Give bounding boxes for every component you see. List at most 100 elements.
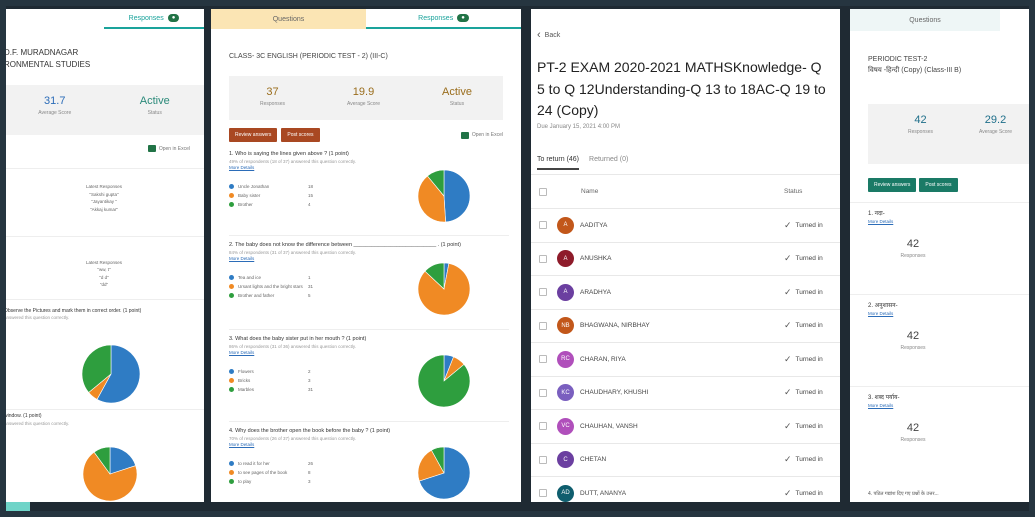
more-details-link[interactable]: More Details xyxy=(868,309,1035,316)
pie-chart xyxy=(417,446,471,500)
student-name: CHETAN xyxy=(580,456,607,464)
status-text: Turned in xyxy=(795,456,823,464)
avg-score-value: 29.2 xyxy=(984,114,1007,126)
avg-score-value: 31.7 xyxy=(44,95,66,107)
tab-questions-blank[interactable] xyxy=(4,9,104,29)
legend-dot xyxy=(229,387,234,393)
row-checkbox[interactable] xyxy=(539,288,547,297)
review-answers-button[interactable]: Review answers xyxy=(229,128,278,142)
post-scores-button[interactable]: Post scores xyxy=(281,128,320,142)
response-count-label: Responses xyxy=(900,253,926,259)
select-all-checkbox[interactable] xyxy=(539,187,547,196)
row-checkbox[interactable] xyxy=(539,422,547,431)
back-label: Back xyxy=(544,31,561,39)
action-row: Review answers Post scores Open in Excel xyxy=(211,120,521,142)
status-value: Active xyxy=(442,86,472,98)
form-title: CLASS- 3C ENGLISH (PERIODIC TEST - 2) (I… xyxy=(229,53,388,60)
student-row[interactable]: A AADITYA ✓ Turned in xyxy=(531,208,840,242)
stat-responses: 37 Responses xyxy=(260,86,285,110)
response-count-label: Responses xyxy=(900,437,926,443)
legend-label: Brother and father xyxy=(238,293,275,299)
legend-label: Ursant lights and the bright stars xyxy=(238,284,303,290)
responses-value: 42 xyxy=(914,114,927,126)
question-block: 4. Why does the brother open the book be… xyxy=(229,421,509,502)
row-checkbox[interactable] xyxy=(539,254,547,263)
open-in-excel[interactable]: Open in Excel xyxy=(460,131,503,139)
row-checkbox[interactable] xyxy=(539,355,547,364)
legend-label: to play xyxy=(238,479,252,485)
avg-score-label: Average Score xyxy=(979,129,1012,135)
more-details-link[interactable]: More Details xyxy=(868,401,1035,408)
row-checkbox[interactable] xyxy=(539,455,547,464)
student-row[interactable]: RC CHARAN, RIYA ✓ Turned in xyxy=(531,342,840,376)
stat-status: Active Status xyxy=(140,95,170,125)
response-count: 42 xyxy=(906,238,920,250)
excel-icon xyxy=(147,145,156,152)
check-icon: ✓ xyxy=(784,487,792,498)
response-count: 42 xyxy=(906,330,920,342)
student-row[interactable]: A ANUSHKA ✓ Turned in xyxy=(531,241,840,276)
more-details-link[interactable]: More Details xyxy=(868,217,1035,224)
legend-dot xyxy=(229,461,234,467)
row-checkbox[interactable] xyxy=(539,321,547,330)
form-title-line2: RONMENTAL STUDIES xyxy=(4,60,91,69)
question-observe: Observe the Pictures and mark them in co… xyxy=(4,308,142,315)
status-cell: ✓ Turned in xyxy=(784,320,840,331)
student-row[interactable]: A ARADHYA ✓ Turned in xyxy=(531,275,840,309)
tab-returned[interactable]: Returned (0) xyxy=(589,156,628,170)
tab-responses[interactable]: Responses ● xyxy=(104,9,204,29)
row-checkbox[interactable] xyxy=(539,388,547,397)
panel-forms-hindi: Questions PERIODIC TEST-2 विषय -हिन्दी (… xyxy=(850,9,1035,502)
tab-questions[interactable]: Questions xyxy=(211,9,366,29)
response-count-box: 42 Responses xyxy=(868,422,958,443)
pie-chart xyxy=(417,262,471,316)
avatar: AD xyxy=(557,484,574,502)
row-checkbox[interactable] xyxy=(539,221,547,230)
question-block: 2. The baby does not know the difference… xyxy=(229,235,509,329)
response-count-label: Responses xyxy=(900,345,926,351)
more-details-link[interactable]: More Details xyxy=(229,255,509,261)
open-in-excel-label: Open in Excel xyxy=(471,132,503,138)
student-row[interactable]: AD DUTT, ANANYA ✓ Turned in xyxy=(531,476,840,502)
stat-average: 31.7 Average Score xyxy=(38,95,71,125)
question-window-sub: answered this question correctly. xyxy=(4,421,70,426)
question-text: 3. शब्द पर्याय- xyxy=(868,395,900,401)
post-scores-button[interactable]: Post scores xyxy=(919,178,958,192)
tab-responses-label: Responses xyxy=(418,14,454,22)
student-row[interactable]: NB BHAGWANA, NIRBHAY ✓ Turned in xyxy=(531,308,840,343)
question-observe-sub: answered this question correctly. xyxy=(4,315,70,321)
back-link[interactable]: ‹ Back xyxy=(531,9,840,41)
open-in-excel[interactable]: Open in Excel xyxy=(147,145,190,152)
response-count: 42 xyxy=(906,422,920,434)
tab-to-return[interactable]: To return (46) xyxy=(537,156,580,171)
status-cell: ✓ Turned in xyxy=(784,220,840,231)
question-text: 2. The baby does not know the difference… xyxy=(229,242,461,248)
pie-slice xyxy=(443,169,471,223)
row-checkbox[interactable] xyxy=(539,489,547,498)
student-row[interactable]: VC CHAUHAN, VANSH ✓ Turned in xyxy=(531,409,840,443)
panel-forms-english: Questions Responses ● CLASS- 3C ENGLISH … xyxy=(211,9,521,502)
avatar: KC xyxy=(557,384,574,402)
student-row[interactable]: C CHETAN ✓ Turned in xyxy=(531,442,840,477)
legend-count: 8 xyxy=(308,470,311,476)
legend-count: 2 xyxy=(308,369,311,375)
panel-forms-evs: Responses ● D.F. MURADNAGAR RONMENTAL ST… xyxy=(4,9,204,502)
check-icon: ✓ xyxy=(784,253,792,264)
tab-responses[interactable]: Responses ● xyxy=(366,9,521,29)
form-title: PERIODIC TEST-2 विषय -हिन्दी (Copy) (Cla… xyxy=(850,31,1035,76)
check-icon: ✓ xyxy=(784,387,792,398)
student-name: CHARAN, RIYA xyxy=(580,355,626,363)
assignment-title: PT-2 EXAM 2020-2021 MATHSKnowledge- Q 5 … xyxy=(537,59,826,119)
question-text: 4. Why does the brother open the book be… xyxy=(229,428,391,434)
status-cell: ✓ Turned in xyxy=(784,253,840,264)
tab-questions[interactable]: Questions xyxy=(850,9,1000,31)
latest-item: "Sakshi gupta" xyxy=(89,191,119,197)
status-cell: ✓ Turned in xyxy=(784,454,840,465)
status-text: Turned in xyxy=(795,355,823,363)
action-row: Review answers Post scores xyxy=(850,164,1035,192)
legend-count: 31 xyxy=(308,387,314,393)
legend-dot xyxy=(229,378,234,384)
student-row[interactable]: KC CHAUDHARY, KHUSHI ✓ Turned in xyxy=(531,375,840,410)
review-answers-button[interactable]: Review answers xyxy=(868,178,917,192)
stats-box: 31.7 Average Score Active Status xyxy=(4,85,204,135)
